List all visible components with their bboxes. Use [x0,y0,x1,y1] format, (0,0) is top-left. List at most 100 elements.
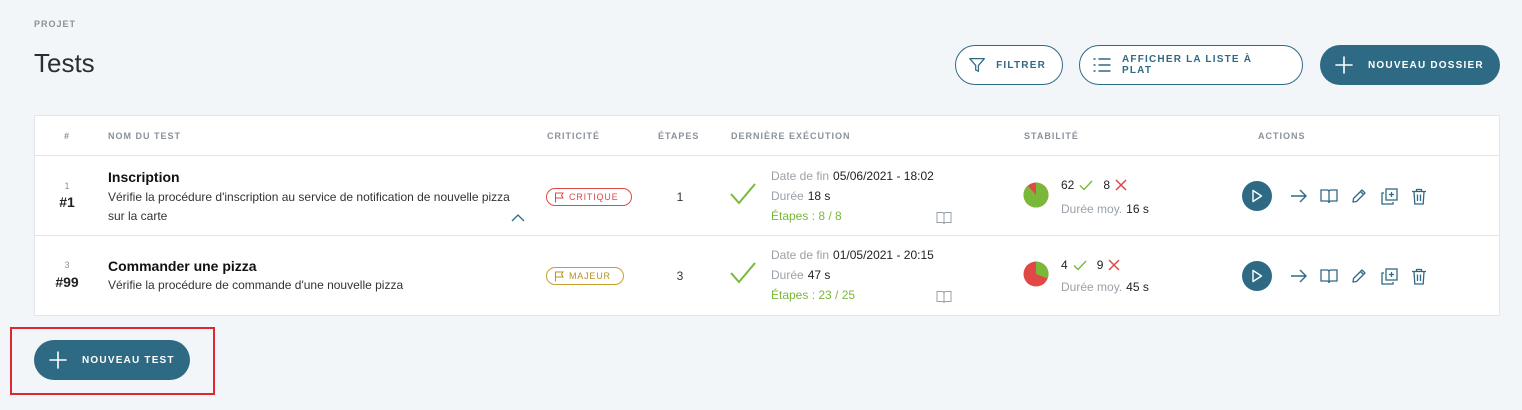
plus-icon [1335,56,1353,74]
end-date-label: Date de fin [771,248,830,262]
duration-label: Durée [771,189,804,203]
success-count: 62 [1061,178,1075,192]
flat-list-button[interactable]: AFFICHER LA LISTE À PLAT [1079,45,1303,85]
check-icon [1079,180,1093,191]
last-execution: Date de fin 05/06/2021 - 18:02 Durée 18 s … [771,166,934,226]
success-check-icon [730,262,756,284]
criticality-badge: MAJEUR [546,267,624,285]
test-description: Vérifie la procédure de commande d'une n… [108,278,404,292]
stability-counts: 62 8 [1061,178,1127,192]
edit-button[interactable] [1344,181,1374,211]
duration-value: 47 s [807,268,831,282]
steps-count: 3 [676,269,684,283]
row-index: 3 [64,260,70,270]
avg-duration-value: 45 s [1126,280,1149,294]
cross-icon [1108,259,1120,271]
avg-duration-value: 16 s [1126,202,1149,216]
arrow-right-icon [1291,189,1307,203]
play-icon [1252,189,1263,203]
header-actions: ACTIONS [1258,131,1306,141]
duration-value: 18 s [807,189,831,203]
row-actions [1242,261,1434,291]
open-book-icon[interactable] [936,211,952,225]
new-folder-button[interactable]: NOUVEAU DOSSIER [1320,45,1500,85]
header-steps: ÉTAPES [658,131,700,141]
avg-duration-label: Durée moy. [1061,280,1123,294]
steps-result: Étapes : 23 / 25 [771,288,856,302]
last-execution: Date de fin 01/05/2021 - 20:15 Durée 47 s … [771,245,934,305]
avg-duration-label: Durée moy. [1061,202,1123,216]
pencil-icon [1352,189,1366,203]
cross-icon [1115,179,1127,191]
end-date-value: 05/06/2021 - 18:02 [833,169,934,183]
filter-label: FILTRER [996,59,1046,71]
delete-button[interactable] [1404,181,1434,211]
avg-duration: Durée moy. 45 s [1061,280,1149,294]
pencil-icon [1352,269,1366,283]
criticality-badge: CRITIQUE [546,188,632,206]
row-number: #99 [55,274,79,290]
flag-icon [555,271,564,281]
header-criticality: CRITICITÉ [547,131,600,141]
steps-result: Étapes : 8 / 8 [771,209,842,223]
tests-table: # NOM DU TEST CRITICITÉ ÉTAPES DERNIÈRE … [34,115,1500,316]
trash-icon [1412,268,1426,285]
book-icon [1320,269,1338,284]
header-name: NOM DU TEST [108,131,181,141]
table-header: # NOM DU TEST CRITICITÉ ÉTAPES DERNIÈRE … [35,116,1499,156]
new-test-button[interactable]: NOUVEAU TEST [34,340,190,380]
header-stability: STABILITÉ [1024,131,1079,141]
avg-duration: Durée moy. 16 s [1061,202,1149,216]
criticality-label: CRITIQUE [569,192,619,202]
trash-icon [1412,188,1426,205]
test-name[interactable]: Commander une pizza [108,258,257,274]
run-button[interactable] [1242,181,1272,211]
edit-button[interactable] [1344,261,1374,291]
list-icon [1093,58,1111,72]
criticality-label: MAJEUR [569,271,611,281]
stability-pie [1023,261,1049,287]
row-number: #1 [59,194,75,210]
docs-button[interactable] [1314,261,1344,291]
page-title: Tests [34,48,95,78]
table-row[interactable]: 1 #1 Inscription Vérifie la procédure d'… [35,156,1499,236]
end-date-label: Date de fin [771,169,830,183]
header-last-execution: DERNIÈRE EXÉCUTION [731,131,851,141]
go-to-button[interactable] [1284,261,1314,291]
duplicate-icon [1380,187,1398,205]
arrow-right-icon [1291,269,1307,283]
row-actions [1242,181,1434,211]
row-index: 1 [64,181,70,191]
success-count: 4 [1061,258,1068,272]
new-test-label: NOUVEAU TEST [82,354,175,366]
end-date-value: 01/05/2021 - 20:15 [833,248,934,262]
filter-icon [969,58,985,72]
fail-count: 8 [1103,178,1111,192]
table-row[interactable]: 3 #99 Commander une pizza Vérifie la pro… [35,236,1499,316]
delete-button[interactable] [1404,261,1434,291]
new-folder-label: NOUVEAU DOSSIER [1368,59,1484,71]
steps-count: 1 [676,190,684,204]
test-description: Vérifie la procédure d'inscription au se… [108,190,510,223]
go-to-button[interactable] [1284,181,1314,211]
test-name[interactable]: Inscription [108,169,180,185]
check-icon [1073,260,1087,271]
duplicate-button[interactable] [1374,261,1404,291]
book-icon [1320,189,1338,204]
docs-button[interactable] [1314,181,1344,211]
duplicate-button[interactable] [1374,181,1404,211]
filter-button[interactable]: FILTRER [955,45,1063,85]
stability-counts: 4 9 [1061,258,1120,272]
open-book-icon[interactable] [936,290,952,304]
duplicate-icon [1380,267,1398,285]
stability-pie [1023,182,1049,208]
run-button[interactable] [1242,261,1272,291]
fail-count: 9 [1096,258,1104,272]
play-icon [1252,269,1263,283]
header-index: # [64,131,71,141]
success-check-icon [730,183,756,205]
chevron-up-icon[interactable] [511,213,525,223]
duration-label: Durée [771,268,804,282]
flag-icon [555,192,564,202]
breadcrumb: PROJET [34,19,77,29]
